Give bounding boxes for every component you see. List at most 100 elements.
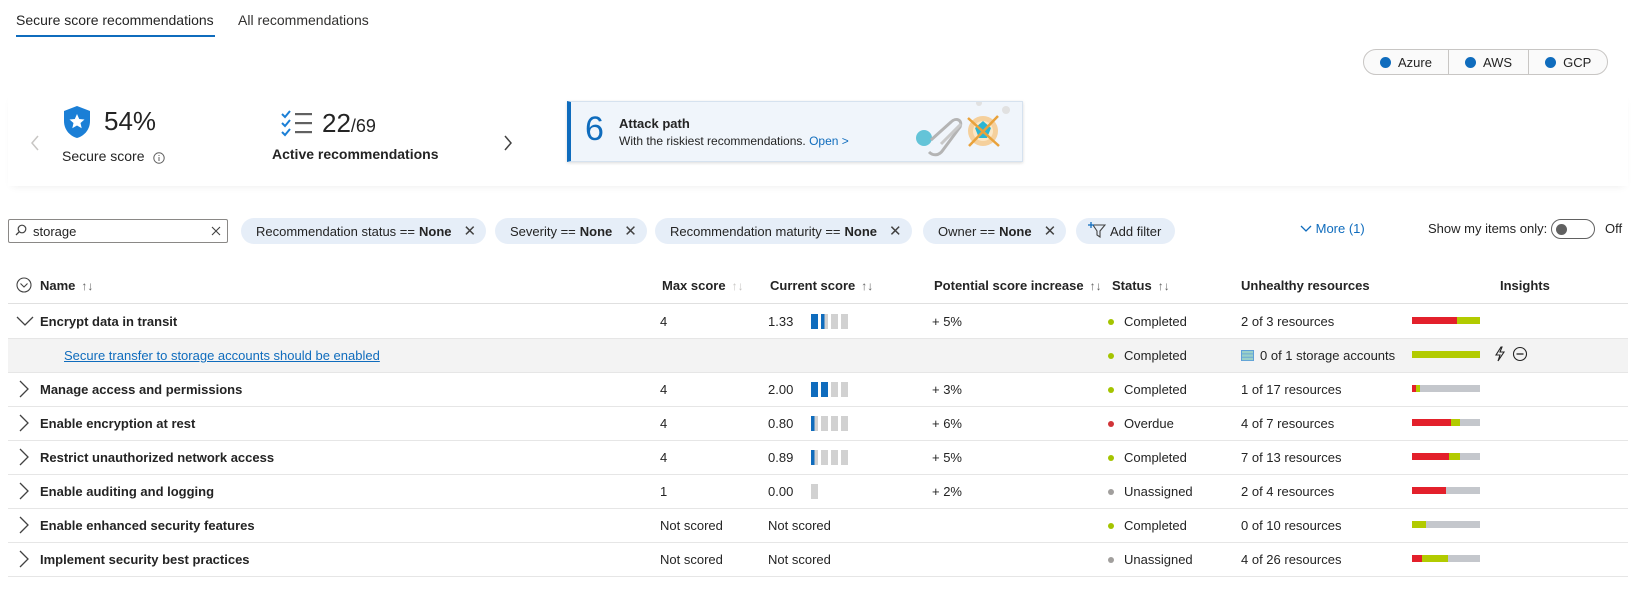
column-header-status[interactable]: Status ↑↓ [1112,278,1170,293]
status-cell: Unassigned [1108,552,1193,567]
not-applicable-segment [1448,555,1480,562]
score-segment [831,416,838,431]
remove-filter-icon[interactable]: ✕ [1044,222,1057,240]
current-score: 2.00 [768,382,794,397]
column-max-score-label: Max score [662,278,726,293]
cloud-gcp-label: GCP [1563,54,1592,70]
resource-health-bar [1412,521,1480,528]
status-cell: Completed [1108,348,1187,363]
chevron-right-icon[interactable] [16,516,32,534]
score-segment [811,416,818,431]
expand-all-icon[interactable] [16,277,32,296]
not-applicable-segment [1460,419,1480,426]
remove-filter-icon[interactable]: ✕ [624,222,637,240]
unhealthy-resources-label: 2 of 4 resources [1241,484,1335,499]
quick-fix-icon[interactable] [1494,346,1506,365]
max-score: Not scored [660,518,723,533]
sort-icon[interactable]: ↑↓ [81,279,93,293]
filter-chip-key: Severity == [510,223,576,239]
attack-path-illustration-icon [911,102,1022,161]
recommendation-link[interactable]: Secure transfer to storage accounts shou… [64,348,380,363]
status-dot-icon [1108,386,1114,393]
potential-score-increase: + 3% [932,382,962,397]
resource-health-bar [1412,487,1480,494]
recommendation-name[interactable]: Secure transfer to storage accounts shou… [64,348,380,363]
chevron-right-icon[interactable] [16,482,32,500]
status-cell: Overdue [1108,416,1174,431]
status-dot-icon [1108,556,1114,563]
recommendation-name: Restrict unauthorized network access [40,450,275,465]
exempt-icon[interactable] [1512,346,1528,365]
table-row[interactable]: Implement security best practices Not sco… [8,543,1628,577]
sort-icon[interactable]: ↑↓ [1158,279,1170,293]
column-header-potential-score[interactable]: Potential score increase ↑↓ [934,278,1102,293]
healthy-segment [1456,317,1480,324]
not-applicable-segment [1446,487,1480,494]
recommendation-name: Encrypt data in transit [40,314,178,329]
attack-path-card[interactable]: 6 Attack path With the riskiest recommen… [567,101,1023,162]
tab-all-recommendations[interactable]: All recommendations [238,12,369,28]
status-cell: Unassigned [1108,484,1193,499]
chevron-right-icon[interactable] [16,550,32,568]
unhealthy-resources-label: 4 of 26 resources [1241,552,1342,567]
recommendation-name: Enable auditing and logging [40,484,215,499]
status-dot-icon [1108,454,1114,461]
table-sub-row[interactable]: Secure transfer to storage accounts shou… [8,339,1628,373]
filter-chip-severity[interactable]: Severity == None ✕ [495,218,647,244]
table-row[interactable]: Enable enhanced security features Not sco… [8,509,1628,543]
healthy-segment [1450,419,1461,426]
unhealthy-resources: 1 of 17 resources [1241,382,1341,397]
unhealthy-resources: 2 of 4 resources [1241,484,1334,499]
resource-health-bar [1412,453,1480,460]
chevron-right-icon[interactable] [16,448,32,466]
table-row[interactable]: Enable encryption at rest 4 0.80 + 6% Overdu… [8,407,1628,441]
scroll-left-icon[interactable] [29,134,41,155]
potential-score-increase: + 6% [932,416,962,431]
table-row[interactable]: Enable auditing and logging 1 0.00 + 2% Unas… [8,475,1628,509]
chevron-down-icon[interactable] [16,312,34,330]
column-name-label: Name [40,278,76,293]
info-icon[interactable] [153,152,165,167]
chevron-right-icon[interactable] [16,414,32,432]
column-header-current-score[interactable]: Current score ↑↓ [770,278,873,293]
remove-filter-icon[interactable]: ✕ [463,222,476,240]
add-filter-icon [1088,221,1107,241]
table-row[interactable]: Encrypt data in transit 4 1.33 + 5% Complete… [8,305,1628,339]
search-input[interactable]: storage [8,219,228,243]
score-segment [811,382,818,397]
cloud-aws-button[interactable]: AWS [1449,50,1530,74]
tab-secure-score-recommendations[interactable]: Secure score recommendations [16,12,214,28]
active-total: /69 [350,116,376,136]
unhealthy-resources: 2 of 3 resources [1241,314,1334,329]
cloud-azure-button[interactable]: Azure [1364,50,1449,74]
attack-path-open-link[interactable]: Open > [809,134,849,148]
column-insights-label: Insights [1500,278,1550,293]
filter-chip-recommendation-maturity[interactable]: Recommendation maturity == None ✕ [655,218,912,244]
shield-star-icon [62,105,92,142]
filter-chip-owner[interactable]: Owner == None ✕ [923,218,1067,244]
resource-health-bar [1412,419,1480,426]
column-header-max-score[interactable]: Max score ↑↓ [662,278,744,293]
table-row[interactable]: Restrict unauthorized network access 4 0.8… [8,441,1628,475]
remove-filter-icon[interactable]: ✕ [889,222,902,240]
score-progress-bar [811,484,818,499]
healthy-segment [1448,453,1460,460]
score-segment [841,314,848,329]
sort-icon[interactable]: ↑↓ [1090,279,1102,293]
cloud-gcp-button[interactable]: GCP [1529,50,1607,74]
clear-search-icon[interactable] [211,224,221,239]
table-row[interactable]: Manage access and permissions 4 2.00 + 3% Co… [8,373,1628,407]
add-filter-button[interactable]: Add filter [1076,218,1176,244]
scroll-right-icon[interactable] [502,134,514,155]
healthy-segment [1412,351,1480,358]
sort-icon[interactable]: ↑↓ [861,279,873,293]
filter-chip-key: Recommendation status == [256,223,415,239]
chevron-right-icon[interactable] [16,380,32,398]
sort-icon[interactable]: ↑↓ [732,279,744,293]
filter-chip-recommendation-status[interactable]: Recommendation status == None ✕ [241,218,487,244]
more-filters-button[interactable]: More (1) [1300,221,1365,236]
column-header-unhealthy-resources: Unhealthy resources [1241,278,1370,293]
show-my-items-toggle[interactable] [1551,219,1595,239]
column-header-name[interactable]: Name ↑↓ [40,278,93,293]
max-score: 1 [660,484,668,499]
